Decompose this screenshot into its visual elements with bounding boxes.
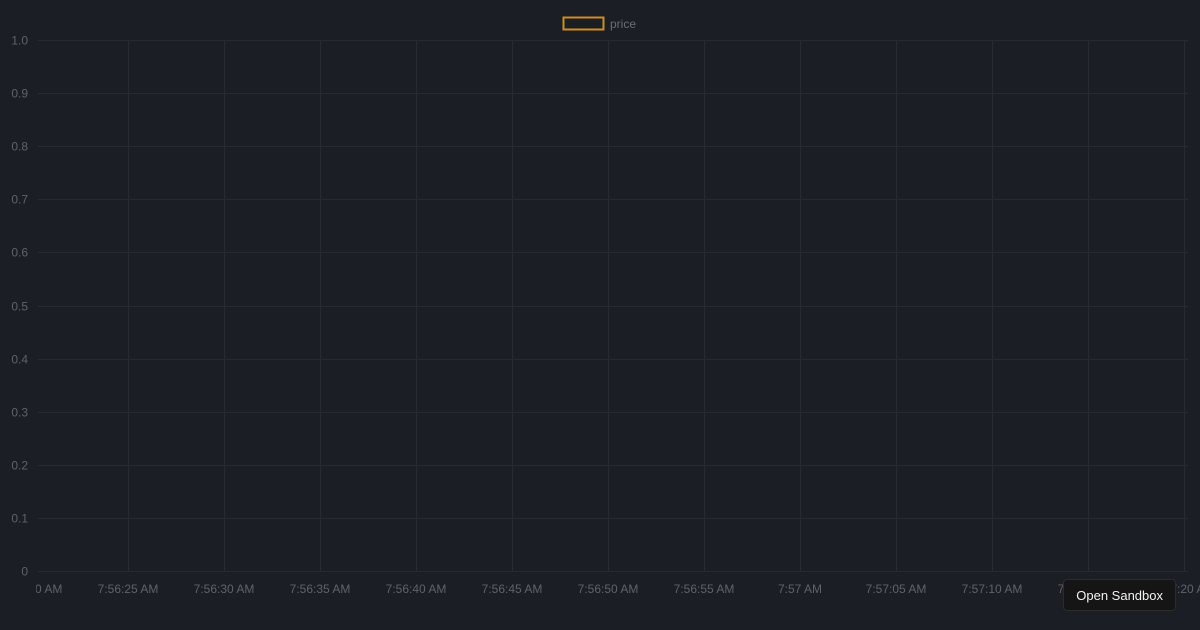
x-tick-label: 7:56:25 AM (98, 582, 159, 596)
y-tick-label: 0.4 (11, 353, 28, 367)
x-tick-label: 7:57 AM (778, 582, 822, 596)
x-tick-label: 7:57:10 AM (962, 582, 1023, 596)
x-tick-label: 7:56:30 AM (194, 582, 255, 596)
legend-swatch-price[interactable] (562, 16, 605, 31)
legend[interactable]: price (562, 16, 637, 31)
y-axis: 0 0.1 0.2 0.3 0.4 0.5 0.6 0.7 0.8 0.9 1.0 (11, 34, 28, 579)
price-chart: 0 0.1 0.2 0.3 0.4 0.5 0.6 0.7 0.8 0.9 1.0 7:56:20 … (2, 16, 1200, 596)
open-sandbox-button[interactable]: Open Sandbox (1063, 579, 1176, 611)
y-tick-label: 0 (21, 565, 28, 579)
y-tick-label: 1.0 (11, 34, 28, 48)
x-tick-label: 7:57:05 AM (866, 582, 927, 596)
legend-label-price[interactable]: price (610, 17, 636, 31)
y-tick-label: 0.2 (11, 459, 28, 473)
y-tick-label: 0.9 (11, 87, 28, 101)
y-tick-label: 0.1 (11, 512, 28, 526)
y-tick-label: 0.7 (11, 193, 28, 207)
x-tick-label: 7:56:20 AM (2, 582, 63, 596)
x-tick-label: 7:56:50 AM (578, 582, 639, 596)
x-tick-label: 7:56:35 AM (290, 582, 351, 596)
x-tick-label: 7:56:40 AM (386, 582, 447, 596)
x-axis: 7:56:20 AM 7:56:25 AM 7:56:30 AM 7:56:35 AM… (2, 582, 1200, 596)
y-tick-label: 0.3 (11, 406, 28, 420)
x-tick-label: 7:56:45 AM (482, 582, 543, 596)
y-tick-label: 0.5 (11, 300, 28, 314)
y-tick-label: 0.6 (11, 246, 28, 260)
x-tick-label: 7:56:55 AM (674, 582, 735, 596)
y-tick-label: 0.8 (11, 140, 28, 154)
chart-container: 0 0.1 0.2 0.3 0.4 0.5 0.6 0.7 0.8 0.9 1.0 7:56:20 … (0, 0, 1200, 630)
grid (38, 40, 1188, 572)
